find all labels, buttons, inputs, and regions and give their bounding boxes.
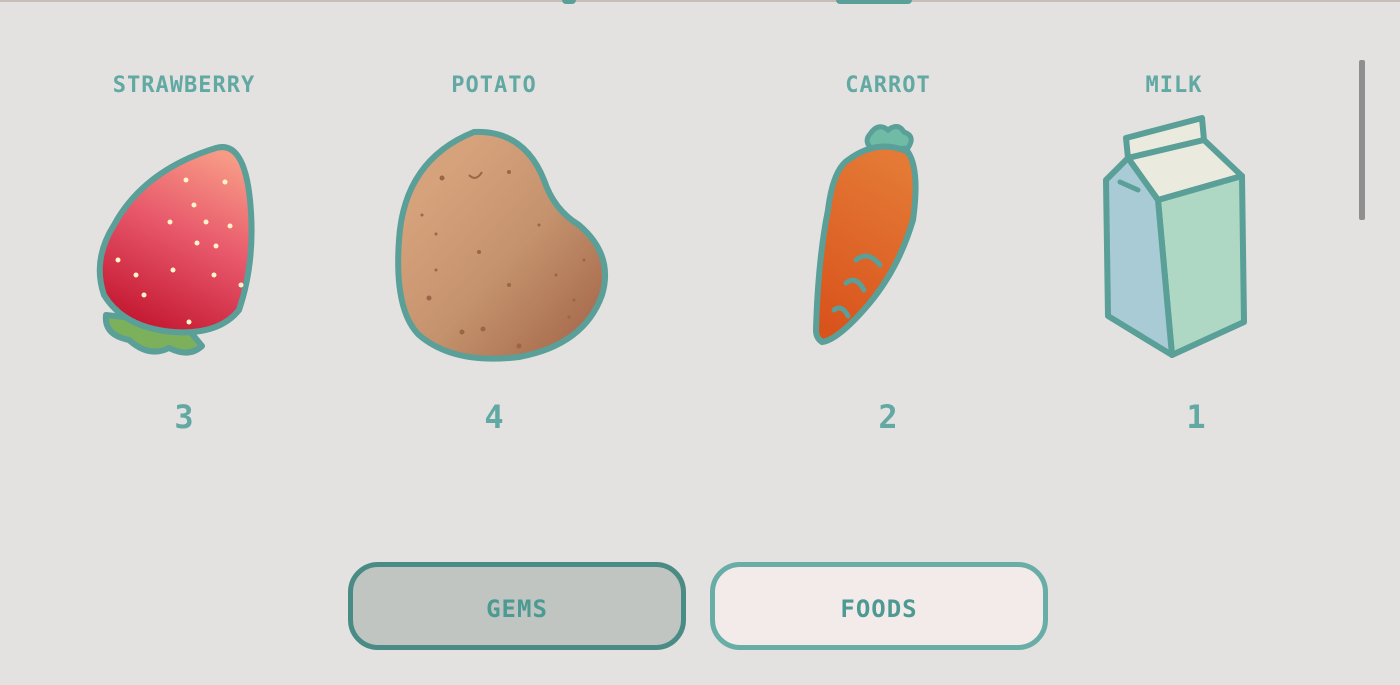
inventory-item-carrot[interactable]: CARROT 2 bbox=[738, 0, 1038, 460]
carrot-icon bbox=[738, 110, 1038, 380]
inventory-item-strawberry[interactable]: STRAWBERRY 3 bbox=[34, 0, 334, 460]
item-count: 1 bbox=[1186, 398, 1206, 436]
vertical-scrollbar[interactable] bbox=[1356, 56, 1368, 224]
gems-tab-button[interactable]: GEMS bbox=[348, 562, 686, 650]
strawberry-icon bbox=[34, 110, 334, 380]
item-name: MILK bbox=[1145, 62, 1203, 100]
item-name: CARROT bbox=[845, 62, 931, 100]
milk-carton-icon bbox=[1024, 110, 1324, 380]
item-count: 4 bbox=[484, 398, 504, 436]
inventory-item-potato[interactable]: POTATO 4 bbox=[344, 0, 644, 460]
potato-icon bbox=[344, 110, 644, 380]
foods-tab-button[interactable]: FOODS bbox=[710, 562, 1048, 650]
item-count: 2 bbox=[878, 398, 898, 436]
inventory-item-milk[interactable]: MILK 1 bbox=[1024, 0, 1324, 460]
item-name: STRAWBERRY bbox=[112, 62, 256, 100]
item-name: POTATO bbox=[451, 62, 537, 100]
item-count: 3 bbox=[174, 398, 194, 436]
scrollbar-thumb[interactable] bbox=[1359, 60, 1365, 220]
gems-tab-label: GEMS bbox=[486, 586, 548, 626]
foods-tab-label: FOODS bbox=[840, 586, 918, 626]
